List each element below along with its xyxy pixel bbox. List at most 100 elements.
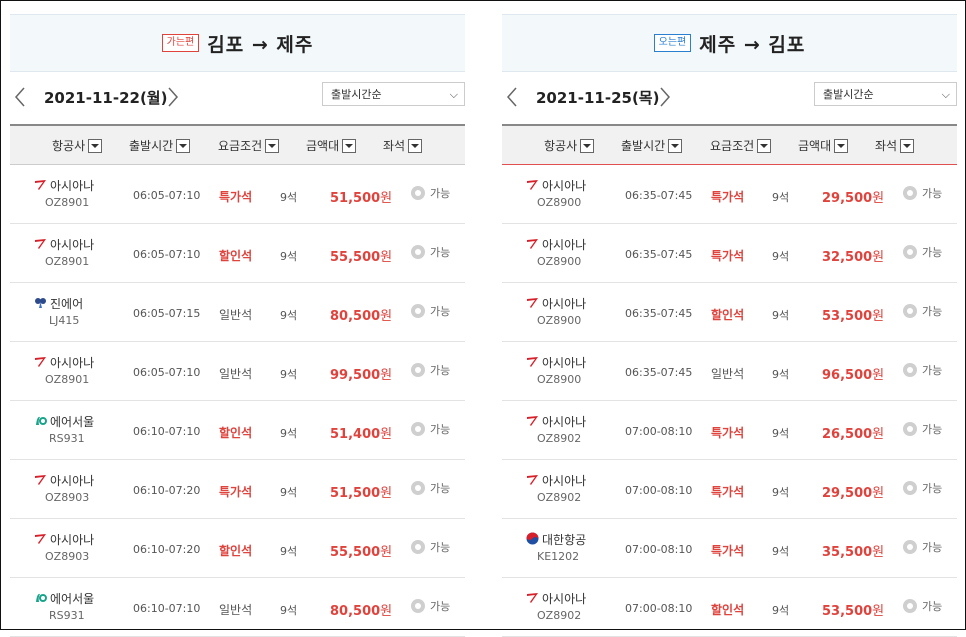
select-flight-radio[interactable]: 가능 [903,362,942,378]
departure-time: 06:10-07:10 [133,425,201,438]
availability-label: 가능 [430,187,451,200]
availability-label: 가능 [922,600,943,613]
departure-time: 06:05-07:15 [133,307,201,320]
seat-count: 9석 [772,604,790,617]
chevron-down-icon: ⌵ [449,88,458,101]
table-row[interactable]: 에어서울 RS931 06:10-07:10 할인석 9석 51,400원 가능 [10,401,465,460]
airline-name: 아시아나 [50,356,95,370]
table-row[interactable]: 아시아나 OZ8900 06:35-07:45 일반석 9석 96,500원 가능 [502,342,957,401]
table-row[interactable]: 아시아나 OZ8903 06:10-07:20 할인석 9석 55,500원 가능 [10,519,465,578]
flight-number: OZ8903 [45,550,90,563]
airline-cell: 아시아나 [34,472,94,489]
sort-select[interactable]: 출발시간순 ⌵ [814,82,957,106]
fare-class: 할인석 [219,544,253,558]
sort-select[interactable]: 출발시간순 ⌵ [322,82,465,106]
airline-cell: 진에어 [34,295,83,312]
flight-number: OZ8901 [45,255,90,268]
header-airline[interactable]: 항공사 [544,137,595,154]
table-row[interactable]: 아시아나 OZ8902 07:00-08:10 특가석 9석 26,500원 가능 [502,401,957,460]
select-flight-radio[interactable]: 가능 [903,303,942,319]
table-row[interactable]: 에어서울 RS931 06:10-07:10 일반석 9석 80,500원 가능 [10,578,465,637]
select-flight-radio[interactable]: 가능 [903,539,942,555]
select-flight-radio[interactable]: 가능 [411,421,450,437]
prev-date-button[interactable] [14,85,26,109]
header-fare[interactable]: 요금조건 [218,137,280,154]
next-date-button[interactable] [167,85,179,109]
header-departure[interactable]: 출발시간 [129,137,191,154]
seat-count: 9석 [772,427,790,440]
price: 99,500원 [330,364,392,383]
header-label: 좌석 [875,139,898,153]
flight-number: KE1202 [537,550,580,563]
departure-time: 07:00-08:10 [625,543,693,556]
radio-icon [903,186,917,200]
select-flight-radio[interactable]: 가능 [903,480,942,496]
dropdown-icon [342,138,357,153]
radio-icon [903,540,917,554]
table-row[interactable]: 아시아나 OZ8901 06:05-07:10 특가석 9석 51,500원 가능 [10,165,465,224]
select-flight-radio[interactable]: 가능 [903,421,942,437]
asiana-logo-icon [526,355,539,371]
airline-name: 에어서울 [50,592,95,606]
select-flight-radio[interactable]: 가능 [411,480,450,496]
header-seat[interactable]: 좌석 [383,137,423,154]
header-price[interactable]: 금액대 [306,137,357,154]
chevron-right-icon [168,87,179,107]
table-row[interactable]: 아시아나 OZ8901 06:05-07:10 일반석 9석 99,500원 가능 [10,342,465,401]
select-flight-radio[interactable]: 가능 [411,539,450,555]
header-price[interactable]: 금액대 [798,137,849,154]
select-flight-radio[interactable]: 가능 [411,303,450,319]
price: 29,500원 [822,187,884,206]
seat-count: 9석 [772,191,790,204]
table-row[interactable]: 아시아나 OZ8900 06:35-07:45 할인석 9석 53,500원 가능 [502,283,957,342]
table-row[interactable]: 아시아나 OZ8900 06:35-07:45 특가석 9석 32,500원 가능 [502,224,957,283]
fare-class: 특가석 [711,544,745,558]
outbound-badge: 가는편 [161,34,200,52]
header-departure[interactable]: 출발시간 [621,137,683,154]
header-seat[interactable]: 좌석 [875,137,915,154]
fare-class: 특가석 [711,426,745,440]
select-flight-radio[interactable]: 가능 [411,244,450,260]
inbound-badge: 오는편 [653,34,692,52]
table-row[interactable]: 대한항공 KE1202 07:00-08:10 특가석 9석 35,500원 가능 [502,519,957,578]
next-date-button[interactable] [659,85,671,109]
inbound-panel: 오는편 제주 → 김포 2021-11-25(목) 출발시간순 ⌵ 항공사 출발… [502,14,957,637]
airline-cell: 아시아나 [526,590,586,607]
price-value: 55,500 [330,250,381,265]
header-airline[interactable]: 항공사 [52,137,103,154]
price-unit: 원 [380,250,393,265]
table-row[interactable]: 아시아나 OZ8902 07:00-08:10 할인석 9석 53,500원 가능 [502,578,957,637]
asiana-logo-icon [526,296,539,312]
table-row[interactable]: 아시아나 OZ8903 06:10-07:20 특가석 9석 51,500원 가능 [10,460,465,519]
airseoul-logo-icon [34,414,47,430]
header-label: 금액대 [306,139,340,153]
airline-cell: 아시아나 [34,354,94,371]
table-header: 항공사 출발시간 요금조건 금액대 좌석 [10,124,465,165]
dropdown-icon [900,138,915,153]
flight-number: OZ8900 [537,314,582,327]
table-row[interactable]: 진에어 LJ415 06:05-07:15 일반석 9석 80,500원 가능 [10,283,465,342]
header-fare[interactable]: 요금조건 [710,137,772,154]
price: 51,400원 [330,423,392,442]
radio-icon [903,304,917,318]
select-flight-radio[interactable]: 가능 [903,244,942,260]
price: 26,500원 [822,423,884,442]
prev-date-button[interactable] [506,85,518,109]
table-row[interactable]: 아시아나 OZ8900 06:35-07:45 특가석 9석 29,500원 가능 [502,165,957,224]
departure-time: 06:05-07:10 [133,366,201,379]
table-row[interactable]: 아시아나 OZ8902 07:00-08:10 특가석 9석 29,500원 가능 [502,460,957,519]
seat-count: 9석 [280,427,298,440]
chevron-down-icon: ⌵ [941,88,950,101]
table-row[interactable]: 아시아나 OZ8901 06:05-07:10 할인석 9석 55,500원 가능 [10,224,465,283]
select-flight-radio[interactable]: 가능 [411,185,450,201]
radio-icon [411,363,425,377]
airline-name: 아시아나 [542,179,587,193]
price: 51,500원 [330,187,392,206]
select-flight-radio[interactable]: 가능 [903,185,942,201]
departure-time: 07:00-08:10 [625,602,693,615]
availability-label: 가능 [430,246,451,259]
select-flight-radio[interactable]: 가능 [903,598,942,614]
airline-cell: 아시아나 [526,295,586,312]
select-flight-radio[interactable]: 가능 [411,362,450,378]
select-flight-radio[interactable]: 가능 [411,598,450,614]
